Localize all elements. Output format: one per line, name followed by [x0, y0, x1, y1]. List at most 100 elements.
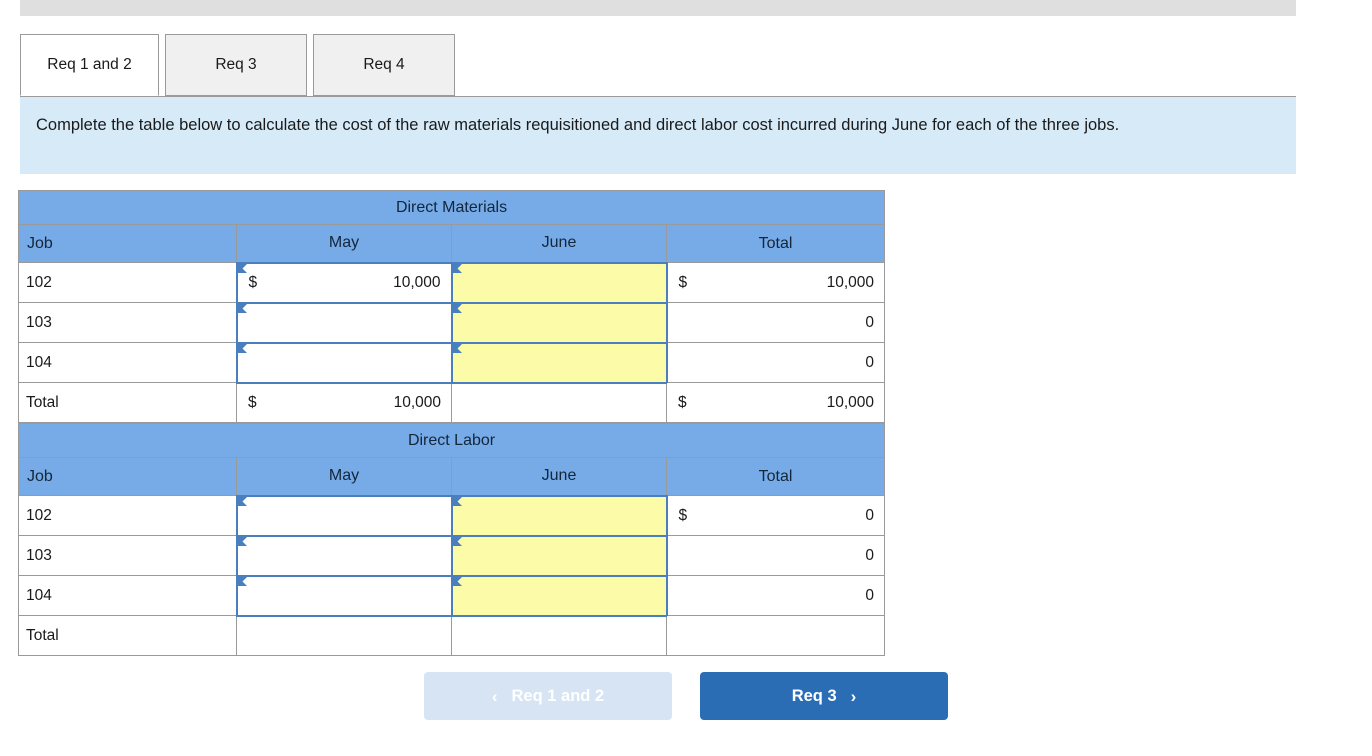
instruction-text: Complete the table below to calculate th…: [36, 116, 1120, 134]
total-row-june-cell: [451, 382, 667, 423]
table-row: 102 $0: [18, 494, 886, 537]
total-cell: 0: [665, 575, 886, 616]
column-header-may: May: [236, 224, 452, 263]
job-label: 102: [18, 495, 237, 536]
total-row-total-cell-currency-symbol: $: [678, 393, 687, 411]
may-cell[interactable]: [235, 574, 453, 617]
june-cell[interactable]: [450, 341, 668, 384]
column-header-june: June: [451, 224, 667, 263]
footer-nav: ‹ Req 1 and 2 Req 3 ›: [0, 672, 1372, 720]
may-cell[interactable]: [235, 534, 453, 577]
total-cell-amount: 0: [865, 353, 875, 371]
cell-input-marker-icon: [452, 496, 462, 506]
table-row: 104 0: [18, 341, 886, 384]
cell-input-marker-icon: [452, 303, 462, 313]
prev-req-label: Req 1 and 2: [511, 686, 605, 705]
cell-input-marker-icon: [237, 343, 247, 353]
may-cell[interactable]: [235, 494, 453, 537]
june-cell[interactable]: [450, 574, 668, 617]
total-cell-amount: 10,000: [826, 273, 875, 291]
section-title: Direct Labor: [17, 423, 886, 458]
total-cell-amount: 0: [865, 586, 875, 604]
total-cell-amount: 0: [865, 546, 875, 564]
may-cell-amount: 10,000: [393, 273, 441, 291]
cell-input-marker-icon: [452, 343, 462, 353]
table-direct-labor: Direct Labor Job May June Total 102 $0 103 0 104 0…: [17, 423, 886, 656]
may-cell[interactable]: $10,000: [235, 261, 453, 304]
cell-input-marker-icon: [237, 496, 247, 506]
may-cell-currency-symbol: $: [248, 273, 258, 291]
total-cell-amount: 0: [865, 313, 875, 331]
table-direct-materials: Direct Materials Job May June Total 102 $10,00…: [17, 190, 886, 423]
table-total-row: Total: [18, 615, 886, 656]
tab-strip: Req 1 and 2 Req 3 Req 4: [20, 34, 461, 96]
column-header-job: Job: [18, 224, 237, 263]
table-total-row: Total $10,000 $10,000: [18, 382, 886, 423]
tab-req-4[interactable]: Req 4: [313, 34, 455, 96]
total-row-total-cell-amount: 10,000: [826, 393, 875, 411]
chevron-left-icon: ‹: [491, 686, 498, 706]
june-cell[interactable]: [450, 261, 668, 304]
total-row-may-cell-amount: 10,000: [393, 393, 441, 411]
instruction-banner: Complete the table below to calculate th…: [20, 96, 1296, 174]
total-row-total-cell: $10,000: [665, 382, 886, 423]
total-row-june-cell: [451, 615, 667, 656]
total-cell-currency-symbol: $: [678, 506, 688, 524]
total-row-may-cell-currency-symbol: $: [248, 393, 257, 411]
cell-input-marker-icon: [452, 536, 462, 546]
cell-input-marker-icon: [452, 263, 462, 273]
table-row: 103 0: [18, 534, 886, 577]
total-cell: 0: [665, 302, 886, 343]
total-row-label: Total: [18, 615, 237, 656]
tab-label: Req 3: [215, 56, 257, 73]
column-header-row: Job May June Total: [18, 224, 886, 263]
may-cell[interactable]: [235, 301, 453, 344]
total-row-may-cell: [236, 615, 452, 656]
cell-input-marker-icon: [237, 576, 247, 586]
column-header-may: May: [236, 457, 452, 496]
page-root: Req 1 and 2 Req 3 Req 4 Complete the table…: [0, 0, 1372, 756]
cell-input-marker-icon: [237, 263, 247, 273]
column-header-job: Job: [18, 457, 237, 496]
column-header-total: Total: [665, 224, 886, 263]
table-row: 104 0: [18, 574, 886, 617]
table-row: 102 $10,000 $10,000: [18, 261, 886, 304]
total-cell-currency-symbol: $: [678, 273, 688, 291]
job-label: 102: [18, 262, 237, 303]
tab-label: Req 1 and 2: [47, 56, 132, 73]
section-title-row: Direct Materials: [17, 190, 886, 225]
cell-input-marker-icon: [237, 536, 247, 546]
cell-input-marker-icon: [237, 303, 247, 313]
column-header-june: June: [451, 457, 667, 496]
column-header-row: Job May June Total: [18, 457, 886, 496]
tab-req-1-and-2[interactable]: Req 1 and 2: [20, 34, 159, 96]
next-req-button[interactable]: Req 3 ›: [700, 672, 948, 720]
june-cell[interactable]: [450, 301, 668, 344]
tab-req-3[interactable]: Req 3: [165, 34, 307, 96]
total-cell: 0: [665, 535, 886, 576]
table-row: 103 0: [18, 301, 886, 344]
section-title-row: Direct Labor: [17, 423, 886, 458]
next-req-label: Req 3: [791, 686, 837, 705]
total-cell: $10,000: [665, 262, 886, 303]
column-header-total: Total: [665, 457, 886, 496]
tables-container: Direct Materials Job May June Total 102 $10,00…: [17, 190, 886, 656]
section-title: Direct Materials: [17, 190, 886, 225]
cell-input-marker-icon: [452, 576, 462, 586]
job-label: 104: [18, 342, 237, 383]
job-label: 103: [18, 302, 237, 343]
prev-req-button[interactable]: ‹ Req 1 and 2: [424, 672, 672, 720]
total-cell-amount: 0: [865, 506, 875, 524]
top-grey-bar: [20, 0, 1296, 16]
may-cell[interactable]: [235, 341, 453, 384]
june-cell[interactable]: [450, 534, 668, 577]
total-cell: $0: [665, 495, 886, 536]
chevron-right-icon: ›: [850, 686, 857, 706]
june-cell[interactable]: [450, 494, 668, 537]
total-row-may-cell: $10,000: [236, 382, 452, 423]
tab-label: Req 4: [363, 56, 405, 73]
job-label: 103: [18, 535, 237, 576]
job-label: 104: [18, 575, 237, 616]
total-row-total-cell: [665, 615, 886, 656]
total-row-label: Total: [18, 382, 237, 423]
